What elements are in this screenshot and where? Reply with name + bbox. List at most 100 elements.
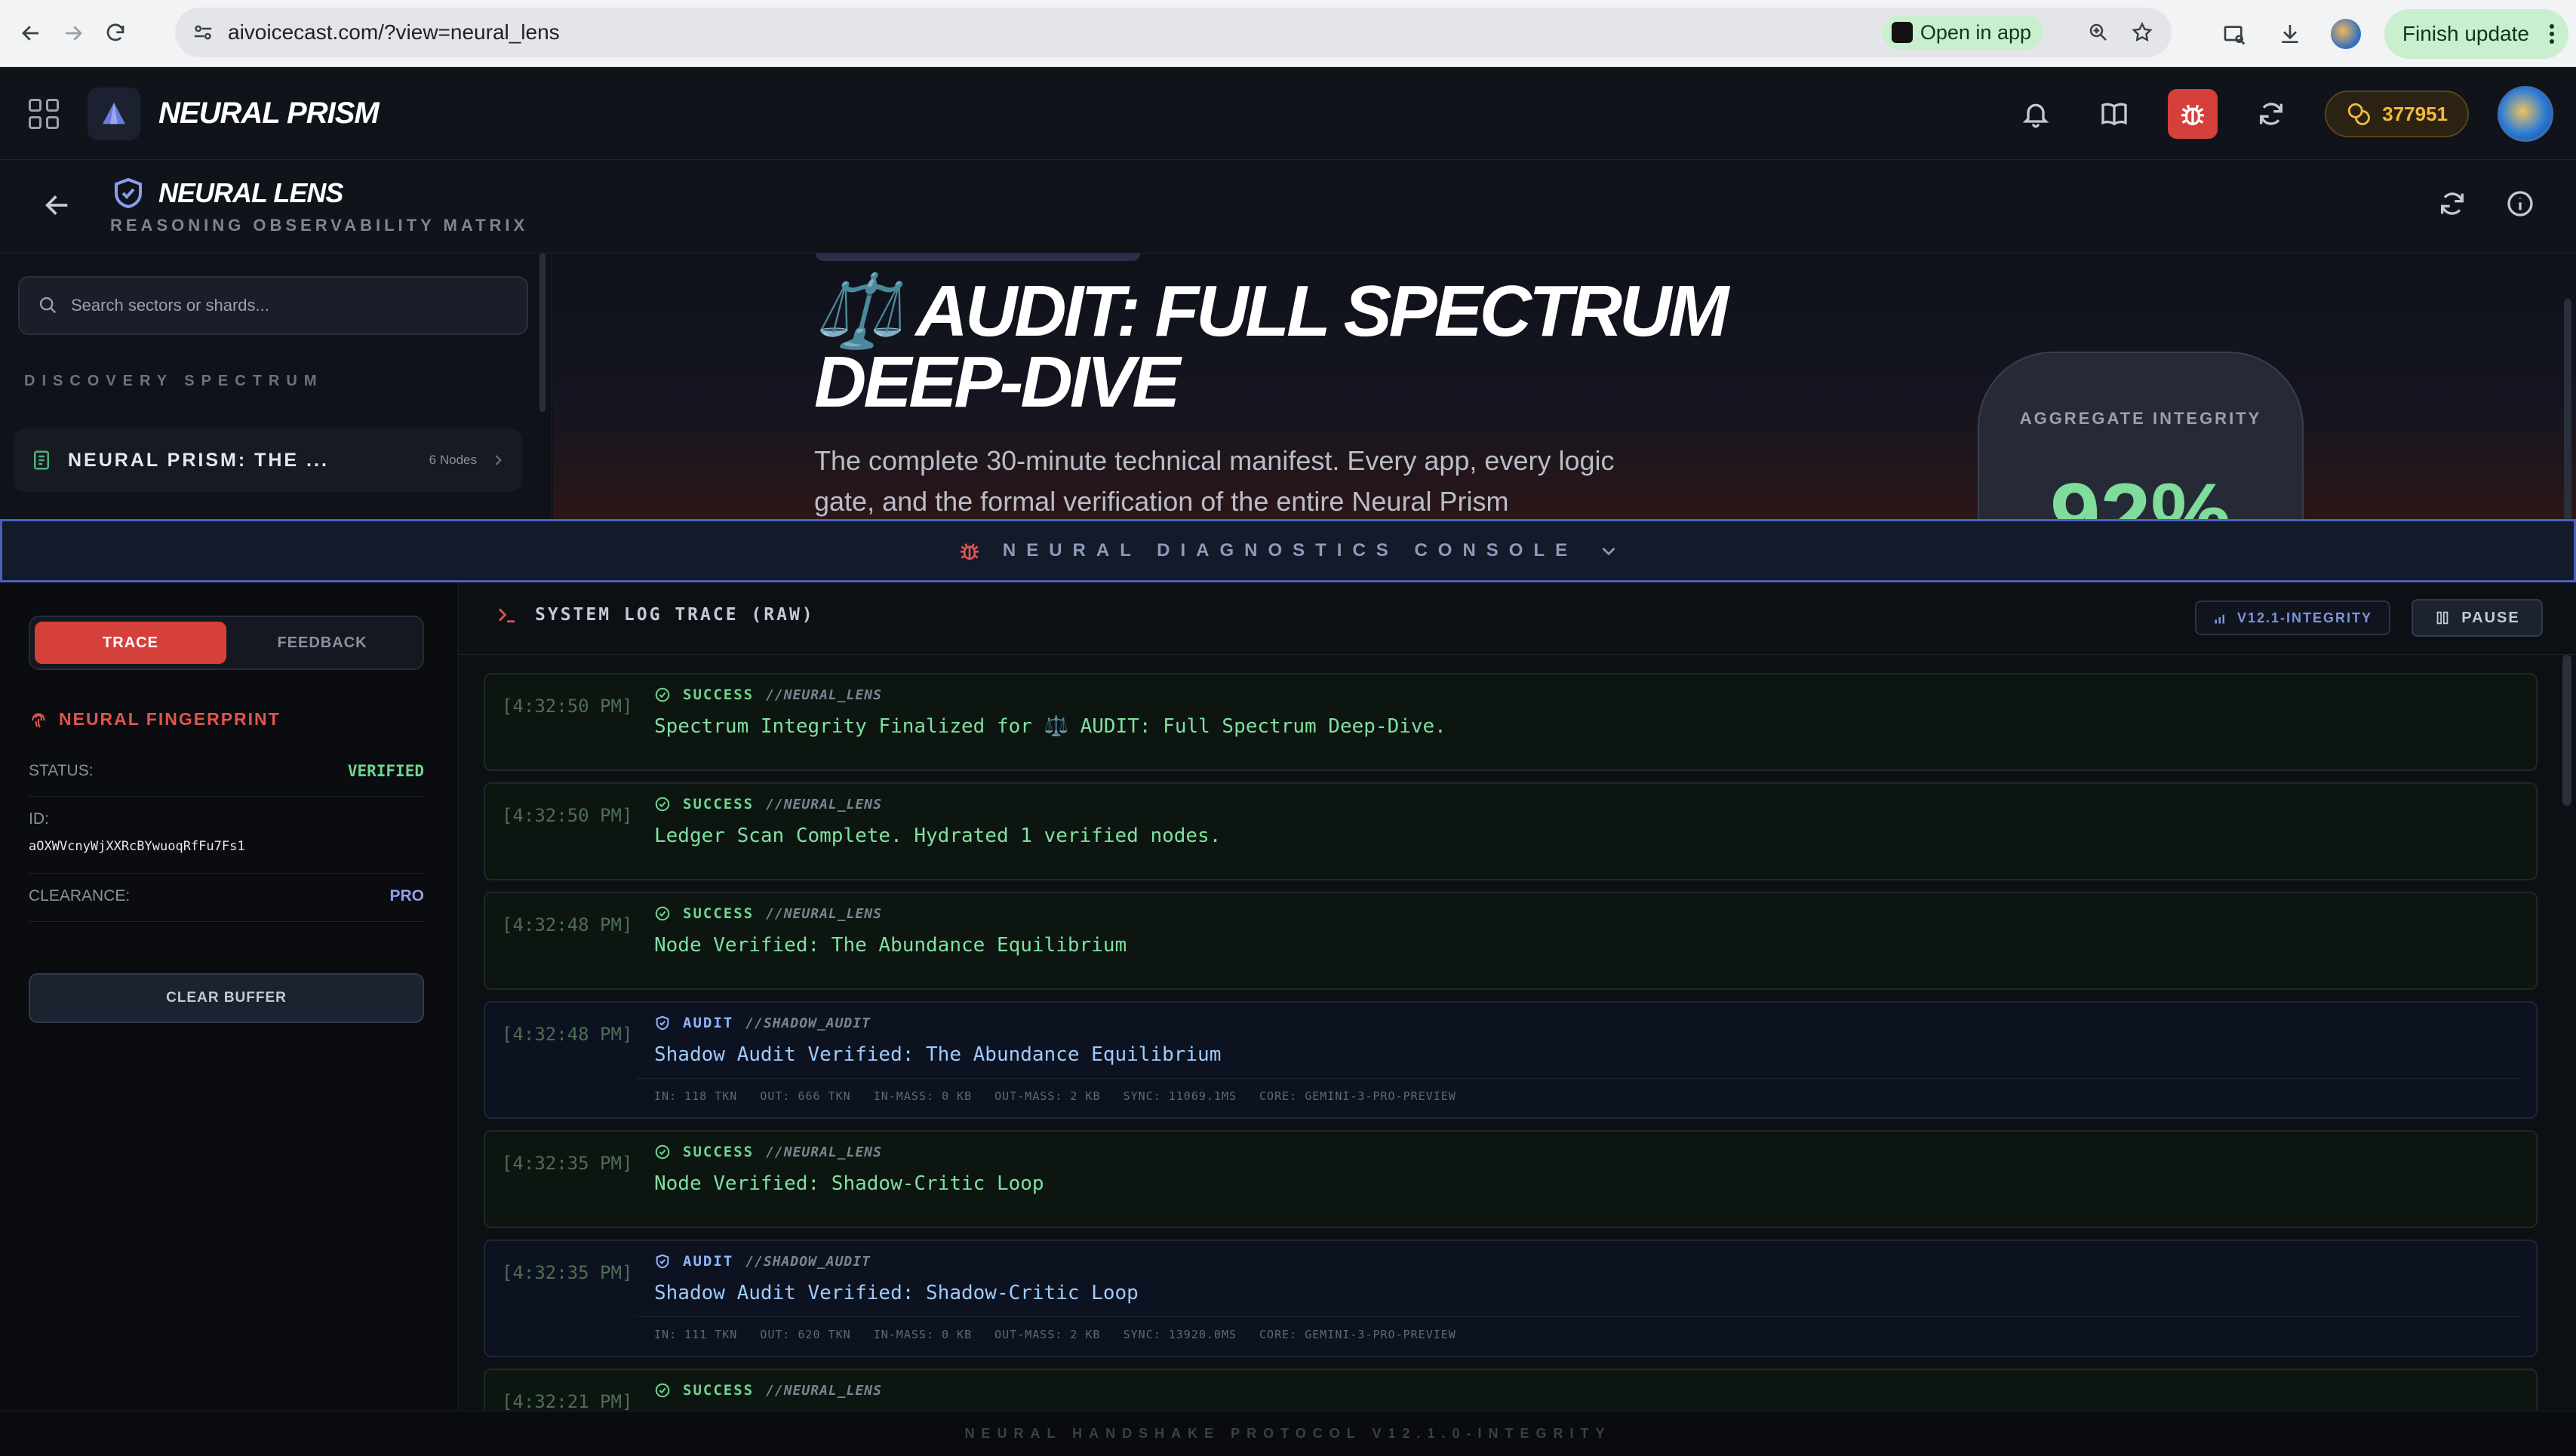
log-timestamp: [4:32:35 PM]	[502, 1153, 633, 1174]
brand-name[interactable]: NEURAL PRISM	[158, 97, 380, 131]
clearance-row: CLEARANCE: PRO	[29, 887, 424, 922]
tab-search-icon[interactable]	[2217, 17, 2252, 51]
id-label: ID:	[29, 810, 49, 828]
open-in-app-label: Open in app	[1920, 20, 2031, 44]
app-header: NEURAL PRISM 377951	[0, 68, 2576, 160]
back-button[interactable]	[42, 190, 72, 220]
search-placeholder: Search sectors or shards...	[71, 296, 269, 315]
log-type: SUCCESS	[683, 687, 755, 703]
log-source: //NEURAL_LENS	[766, 905, 882, 922]
signal-bars-icon	[2215, 614, 2224, 624]
log-panel: SYSTEM LOG TRACE (RAW) V12.1-INTEGRITY P…	[460, 582, 2576, 1411]
log-timestamp: [4:32:48 PM]	[502, 1024, 633, 1045]
section-label: DISCOVERY SPECTRUM	[24, 373, 324, 389]
address-bar[interactable]: aivoicecast.com/?view=neural_lens Open i…	[175, 8, 2172, 57]
log-entry: [4:32:21 PM] SUCCESS //NEURAL_LENS	[484, 1368, 2538, 1411]
browser-toolbar: aivoicecast.com/?view=neural_lens Open i…	[0, 0, 2576, 67]
hero-description: The complete 30-minute technical manifes…	[814, 445, 1615, 517]
log-source: //SHADOW_AUDIT	[745, 1253, 871, 1270]
sector-name: NEURAL PRISM: THE ...	[68, 449, 329, 471]
apps-grid-icon[interactable]	[29, 98, 59, 129]
book-icon[interactable]	[2089, 89, 2139, 139]
log-metric: OUT: 620 TKN	[760, 1328, 851, 1341]
log-source: //NEURAL_LENS	[766, 796, 882, 812]
sector-item[interactable]: NEURAL PRISM: THE ... 6 Nodes	[14, 429, 522, 492]
forward-arrow-icon[interactable]	[56, 16, 91, 51]
console-sidebar: TRACE FEEDBACK NEURAL FINGERPRINT STATUS…	[0, 582, 459, 1411]
check-circle-icon	[655, 1144, 670, 1160]
hero-title: ⚖️ AUDIT: FULL SPECTRUM DEEP-DIVE	[814, 271, 1729, 422]
terminal-icon	[496, 604, 518, 626]
sector-node-count: 6 Nodes	[429, 453, 477, 467]
log-message: Spectrum Integrity Finalized for ⚖️ AUDI…	[654, 715, 1446, 738]
tab-trace[interactable]: TRACE	[35, 622, 226, 664]
info-icon[interactable]	[2505, 189, 2535, 219]
shield-check-icon	[110, 175, 146, 211]
log-scrollbar[interactable]	[2562, 655, 2571, 806]
zoom-icon[interactable]	[2087, 21, 2110, 44]
bell-icon[interactable]	[2011, 89, 2061, 139]
fingerprint-heading: NEURAL FINGERPRINT	[29, 709, 281, 730]
console-title: NEURAL DIAGNOSTICS CONSOLE	[1002, 540, 1578, 561]
log-type: AUDIT	[683, 1253, 734, 1270]
site-settings-icon[interactable]	[192, 21, 214, 44]
log-type: SUCCESS	[683, 1382, 755, 1399]
open-in-app-button[interactable]: Open in app	[1882, 15, 2043, 50]
coin-balance[interactable]: 377951	[2325, 91, 2469, 137]
console-toggle-bar[interactable]: NEURAL DIAGNOSTICS CONSOLE	[0, 519, 2576, 582]
back-arrow-icon[interactable]	[14, 16, 48, 51]
log-message: Node Verified: The Abundance Equilibrium	[654, 934, 1127, 957]
refresh-icon[interactable]	[2437, 189, 2467, 219]
finish-update-label: Finish update	[2402, 21, 2529, 45]
log-tag-row: SUCCESS //NEURAL_LENS	[654, 905, 882, 922]
log-type: SUCCESS	[683, 1144, 755, 1160]
pause-label: PAUSE	[2461, 609, 2520, 626]
clearance-value: PRO	[389, 887, 424, 905]
log-metric: IN-MASS: 0 KB	[873, 1328, 973, 1341]
url-text[interactable]: aivoicecast.com/?view=neural_lens	[228, 20, 560, 45]
reload-icon[interactable]	[98, 16, 133, 51]
log-metric: CORE: GEMINI-3-PRO-PREVIEW	[1259, 1089, 1456, 1103]
fingerprint-icon	[29, 710, 48, 730]
finish-update-button[interactable]: Finish update	[2384, 8, 2568, 59]
log-tag-row: AUDIT //SHADOW_AUDIT	[654, 1253, 871, 1270]
log-entry: [4:32:35 PM] AUDIT //SHADOW_AUDIT Shadow Au…	[484, 1239, 2538, 1357]
hero-badge	[816, 253, 1140, 261]
bug-icon[interactable]	[2168, 89, 2218, 139]
profile-icon[interactable]	[2329, 17, 2363, 51]
tab-feedback[interactable]: FEEDBACK	[226, 622, 418, 664]
aggregate-integrity-card: AGGREGATE INTEGRITY 92%	[1978, 352, 2304, 519]
log-timestamp: [4:32:21 PM]	[502, 1391, 633, 1411]
pause-icon	[2436, 611, 2448, 625]
sync-icon[interactable]	[2246, 89, 2296, 139]
log-entry: [4:32:35 PM] SUCCESS //NEURAL_LENS Node Ver…	[484, 1130, 2538, 1228]
status-value: VERIFIED	[347, 762, 424, 780]
hero-panel: ⚖️ AUDIT: FULL SPECTRUM DEEP-DIVE The co…	[553, 253, 2576, 519]
log-entry: [4:32:50 PM] SUCCESS //NEURAL_LENS Spectrum…	[484, 673, 2538, 771]
search-icon	[38, 295, 59, 316]
search-input[interactable]: Search sectors or shards...	[18, 276, 528, 335]
check-circle-icon	[655, 797, 670, 812]
coin-count: 377951	[2382, 102, 2448, 125]
fingerprint-title: NEURAL FINGERPRINT	[59, 709, 281, 729]
check-circle-icon	[655, 687, 670, 702]
downloads-icon[interactable]	[2273, 17, 2307, 51]
clear-buffer-button[interactable]: CLEAR BUFFER	[29, 973, 424, 1023]
status-row: STATUS: VERIFIED	[29, 762, 424, 797]
prism-logo-icon[interactable]	[88, 87, 140, 140]
log-entry: [4:32:48 PM] SUCCESS //NEURAL_LENS Node Ver…	[484, 892, 2538, 990]
log-title-row: SYSTEM LOG TRACE (RAW)	[496, 604, 815, 626]
log-timestamp: [4:32:50 PM]	[502, 696, 633, 717]
bookmark-star-icon[interactable]	[2131, 21, 2153, 44]
log-type: SUCCESS	[683, 796, 755, 812]
hero-scrollbar[interactable]	[2564, 299, 2571, 519]
pause-button[interactable]: PAUSE	[2412, 599, 2543, 637]
log-metric: OUT: 666 TKN	[760, 1089, 851, 1103]
user-avatar[interactable]	[2498, 86, 2553, 142]
coins-icon	[2348, 103, 2371, 125]
log-metrics: IN: 111 TKN OUT: 620 TKN IN-MASS: 0 KB OUT-…	[636, 1316, 2522, 1341]
id-row: ID: aOXWVcnyWjXXRcBYwuoqRfFu7Fs1	[29, 810, 424, 874]
log-metric: IN: 118 TKN	[654, 1089, 738, 1103]
sidebar-scrollbar[interactable]	[539, 253, 546, 412]
aggregate-value: 92%	[2049, 465, 2232, 519]
